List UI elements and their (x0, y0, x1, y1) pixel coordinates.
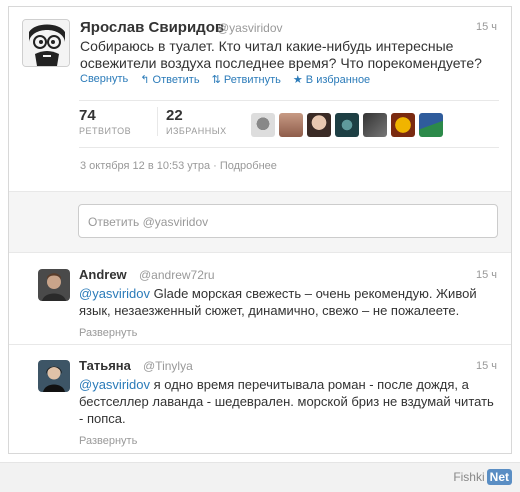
mention-link[interactable]: @yasviridov (79, 286, 150, 301)
author-avatar-icon (23, 20, 69, 66)
tweet-time[interactable]: 15 ч (476, 21, 497, 33)
retweet-label: Ретвитнуть (223, 74, 281, 86)
reply-text: @yasviridov Glade морская свежесть – оче… (79, 285, 499, 319)
retweet-count-value: 74 (79, 107, 96, 124)
expand-link[interactable]: Развернуть (79, 327, 137, 339)
favorite-label: В избранное (305, 74, 371, 86)
reply-input[interactable]: Ответить @yasviridov (78, 204, 498, 238)
watermark-bar: Fishki Net (0, 462, 520, 492)
favorite-count[interactable]: 22 ИЗБРАННЫХ (157, 107, 227, 136)
collapse-link[interactable]: Свернуть (80, 73, 128, 86)
retweet-count[interactable]: 74 РЕТВИТОВ (79, 107, 131, 136)
reply-author-name[interactable]: Andrew (79, 267, 127, 282)
mention-link[interactable]: @yasviridov (79, 377, 150, 392)
reply-tweet: Andrew @andrew72ru 15 ч @yasviridov Glad… (9, 255, 511, 345)
favorite-count-label: ИЗБРАННЫХ (166, 126, 227, 136)
author-handle[interactable]: @yasviridov (217, 21, 283, 35)
reply-tweet: Татьяна @Tinylya 15 ч @yasviridov я одно… (9, 346, 511, 453)
favorite-count-value: 22 (166, 107, 183, 124)
reply-author-name[interactable]: Татьяна (79, 358, 131, 373)
tweet-panel: Ярослав Свиридов @yasviridov 15 ч Собира… (8, 6, 512, 454)
avatar[interactable] (251, 113, 275, 137)
expand-link[interactable]: Развернуть (79, 435, 137, 447)
reply-action[interactable]: ↰ Ответить (140, 73, 199, 86)
tatyana-avatar-icon (38, 360, 70, 392)
tweet-date[interactable]: 3 октября 12 в 10:53 утра · Подробнее (80, 160, 277, 172)
andrew-avatar-icon (38, 269, 70, 301)
reply-author-handle[interactable]: @Tinylya (143, 359, 193, 373)
avatar[interactable] (38, 360, 70, 392)
avatar[interactable] (279, 113, 303, 137)
reply-icon: ↰ (140, 74, 150, 86)
star-icon: ★ (292, 74, 303, 86)
reply-time[interactable]: 15 ч (476, 360, 497, 372)
retweet-count-label: РЕТВИТОВ (79, 126, 132, 136)
retweeter-avatars (251, 113, 443, 137)
reply-text: @yasviridov я одно время перечитывала ро… (79, 376, 499, 427)
avatar[interactable] (363, 113, 387, 137)
author-name[interactable]: Ярослав Свиридов (80, 19, 224, 36)
tweet-stats: 74 РЕТВИТОВ 22 ИЗБРАННЫХ (79, 100, 499, 148)
fishki-brand: Fishki (453, 470, 485, 484)
avatar[interactable] (38, 269, 70, 301)
retweet-icon: ⇅ (211, 74, 221, 86)
avatar[interactable] (419, 113, 443, 137)
reply-label: Ответить (152, 74, 200, 86)
fishki-net: Net (486, 469, 512, 485)
fishki-logo: Fishki Net (453, 469, 512, 485)
avatar[interactable] (22, 19, 70, 67)
avatar[interactable] (391, 113, 415, 137)
reply-author-handle[interactable]: @andrew72ru (139, 268, 215, 282)
main-tweet: Ярослав Свиридов @yasviridov 15 ч Собира… (9, 7, 511, 191)
favorite-action[interactable]: ★ В избранное (293, 73, 370, 86)
tweet-text: Собираюсь в туалет. Кто читал какие-нибу… (80, 38, 482, 71)
avatar[interactable] (307, 113, 331, 137)
tweet-actions: Свернуть ↰ Ответить ⇅ Ретвитнуть ★ В изб… (80, 73, 370, 86)
avatar[interactable] (335, 113, 359, 137)
retweet-action[interactable]: ⇅ Ретвитнуть (212, 73, 281, 86)
reply-time[interactable]: 15 ч (476, 269, 497, 281)
reply-area: Ответить @yasviridov (9, 191, 511, 253)
